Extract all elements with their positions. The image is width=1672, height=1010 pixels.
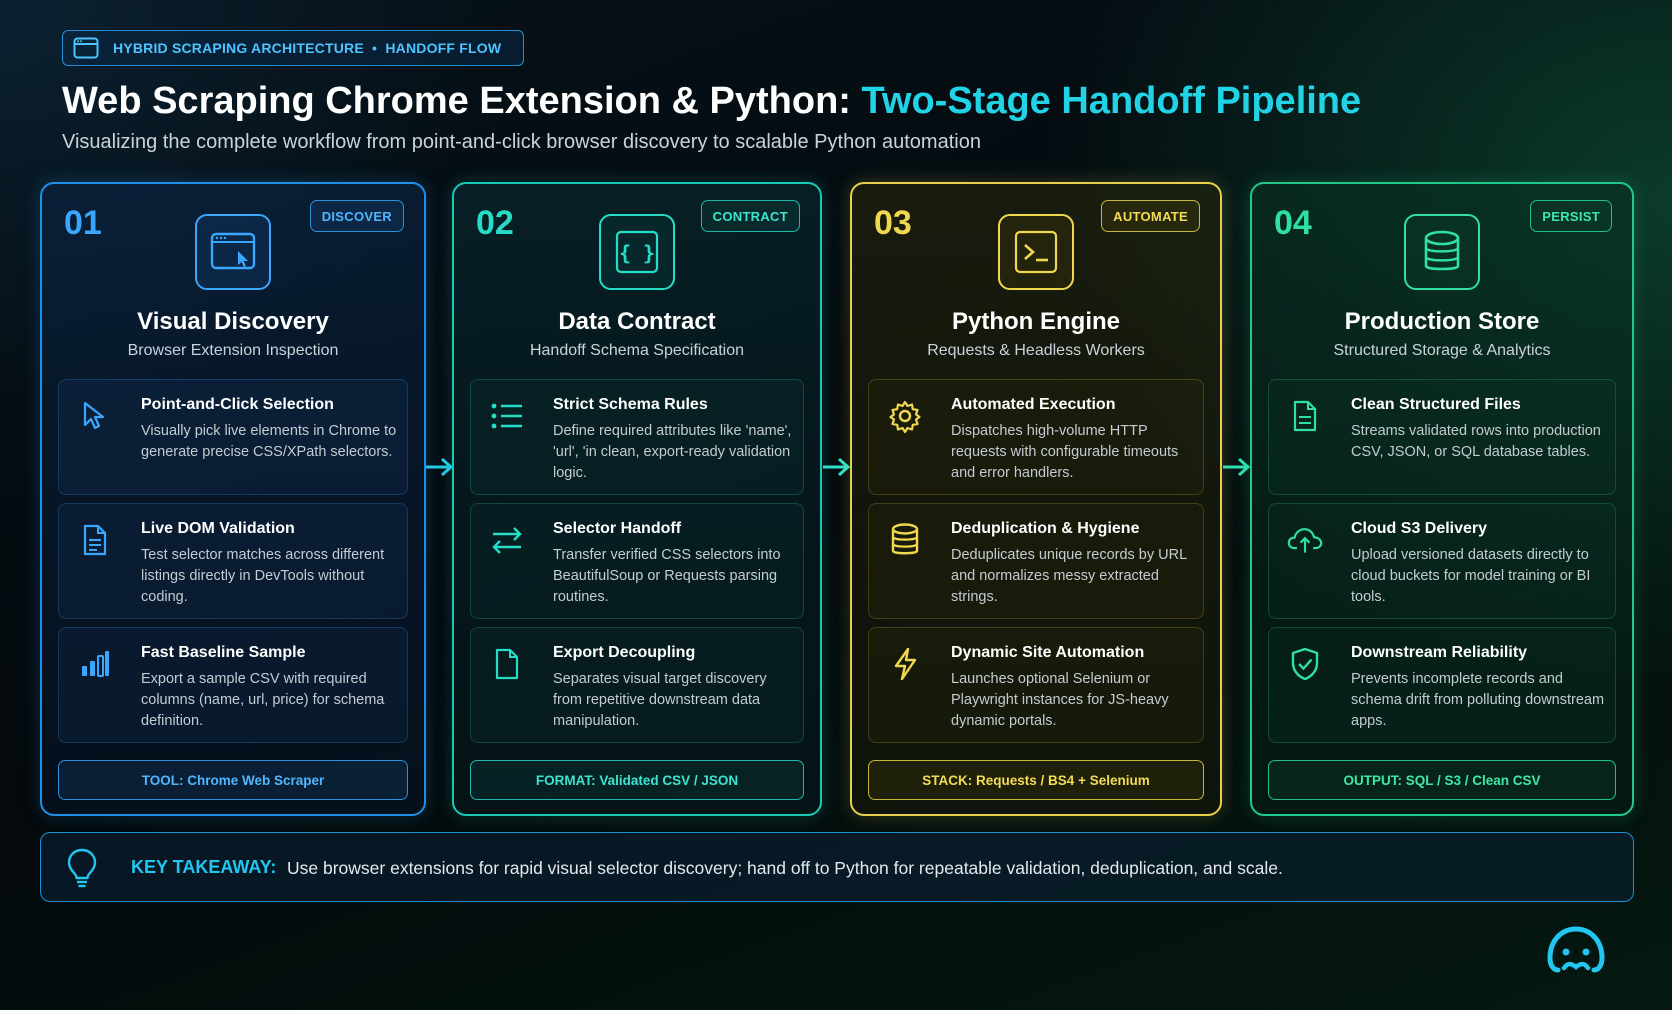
page-subtitle: Visualizing the complete workflow from p… [62, 131, 981, 153]
stage-footer: OUTPUT: SQL / S3 / Clean CSV [1268, 760, 1616, 800]
flow-arrow-icon [1223, 457, 1251, 477]
database-icon [887, 522, 923, 558]
document-icon [1287, 398, 1323, 434]
page-title-main: Web Scraping Chrome Extension & Python: [62, 80, 862, 122]
feature-card-body: Transfer verified CSS selectors into Bea… [553, 547, 781, 605]
document-icon [77, 522, 113, 558]
feature-card-title: Dynamic Site Automation [951, 644, 1145, 661]
feature-card-title: Point-and-Click Selection [141, 396, 334, 413]
feature-card-title: Cloud S3 Delivery [1351, 520, 1488, 537]
stage-tag: CONTRACT [700, 200, 800, 232]
feature-card-body: Prevents incomplete records and schema d… [1351, 671, 1605, 729]
stage-panel-contract: 02 CONTRACT { } Data Contract Handoff Sc… [452, 182, 822, 816]
database-icon [1404, 214, 1480, 290]
key-takeaway-banner: KEY TAKEAWAY: Use browser extensions for… [40, 832, 1634, 902]
stage-panel-automate: 03 AUTOMATE Python Engine Requests & Hea… [850, 182, 1222, 816]
feature-card-title: Strict Schema Rules [553, 396, 708, 413]
stage-number: 03 [874, 204, 912, 242]
feature-card-title: Fast Baseline Sample [141, 644, 306, 661]
feature-card-body: Dispatches high-volume HTTP requests wit… [951, 423, 1179, 481]
feature-card-body: Deduplicates unique records by URL and n… [951, 547, 1187, 605]
feature-card: Deduplication & Hygiene Deduplicates uni… [868, 503, 1204, 619]
feature-card-body: Streams validated rows into production C… [1351, 423, 1601, 460]
file-icon [489, 646, 525, 682]
feature-card: Live DOM Validation Test selector matche… [58, 503, 408, 619]
feature-card: Clean Structured Files Streams validated… [1268, 379, 1616, 495]
feature-card-title: Deduplication & Hygiene [951, 520, 1140, 537]
feature-card-body: Launches optional Selenium or Playwright… [951, 671, 1169, 729]
stage-number: 04 [1274, 204, 1312, 242]
stage-number: 01 [64, 204, 102, 242]
page-title-accent: Two-Stage Handoff Pipeline [861, 80, 1362, 122]
brand-face-icon [1547, 926, 1605, 973]
lightning-icon [887, 646, 923, 682]
stage-tag: AUTOMATE [1101, 200, 1200, 232]
browser-window-icon [73, 37, 99, 59]
stage-title: Visual Discovery [137, 308, 329, 335]
feature-card: Selector Handoff Transfer verified CSS s… [470, 503, 804, 619]
shield-check-icon [1287, 646, 1323, 682]
code-braces-icon: { } [599, 214, 675, 290]
feature-card-body: Visually pick live elements in Chrome to… [141, 423, 397, 460]
feature-card: Export Decoupling Separates visual targe… [470, 627, 804, 743]
svg-text:{ }: { } [619, 241, 655, 265]
stage-subtitle: Handoff Schema Specification [529, 342, 745, 359]
feature-card-body: Test selector matches across different l… [141, 547, 385, 605]
stage-footer: TOOL: Chrome Web Scraper [58, 760, 408, 800]
swap-arrows-icon [489, 522, 525, 558]
header-badge-label: HYBRID SCRAPING ARCHITECTURE • HANDOFF F… [113, 40, 502, 56]
stage-footer: STACK: Requests / BS4 + Selenium [868, 760, 1204, 800]
takeaway-text: Use browser extensions for rapid visual … [287, 858, 1283, 878]
stage-tag: PERSIST [1530, 200, 1612, 232]
lightbulb-icon [67, 848, 97, 888]
stage-subtitle: Structured Storage & Analytics [1333, 342, 1551, 359]
header-badge: HYBRID SCRAPING ARCHITECTURE • HANDOFF F… [62, 30, 524, 66]
takeaway-label: KEY TAKEAWAY: [131, 857, 277, 877]
stage-title: Production Store [1344, 308, 1540, 335]
flow-arrow-icon [426, 457, 454, 477]
feature-card: Downstream Reliability Prevents incomple… [1268, 627, 1616, 743]
feature-card: Automated Execution Dispatches high-volu… [868, 379, 1204, 495]
browser-cursor-icon [195, 214, 271, 290]
terminal-icon [998, 214, 1074, 290]
stage-subtitle: Requests & Headless Workers [927, 342, 1145, 359]
feature-card: Cloud S3 Delivery Upload versioned datas… [1268, 503, 1616, 619]
cloud-upload-icon [1287, 522, 1323, 558]
stage-footer: FORMAT: Validated CSV / JSON [470, 760, 804, 800]
flow-arrow-icon [823, 457, 851, 477]
stage-panel-discover: 01 DISCOVER Visual Discovery Browser Ext… [40, 182, 426, 816]
pointer-icon [77, 398, 113, 434]
stage-tag: DISCOVER [309, 200, 404, 232]
feature-card-body: Export a sample CSV with required column… [141, 671, 385, 729]
bar-chart-icon [77, 646, 113, 682]
stage-number: 02 [476, 204, 514, 242]
feature-card-title: Automated Execution [951, 396, 1116, 413]
feature-card-body: Separates visual target discovery from r… [553, 671, 767, 729]
page-title: Web Scraping Chrome Extension & Python: … [62, 80, 1361, 123]
feature-card-title: Clean Structured Files [1351, 396, 1521, 413]
feature-card-title: Live DOM Validation [141, 520, 295, 537]
gear-icon [887, 398, 923, 434]
feature-card-body: Define required attributes like 'name', … [553, 423, 792, 481]
stage-panel-persist: 04 PERSIST Production Store Structured S… [1250, 182, 1634, 816]
feature-card-title: Export Decoupling [553, 644, 696, 661]
feature-card: Fast Baseline Sample Export a sample CSV… [58, 627, 408, 743]
feature-card: Dynamic Site Automation Launches optiona… [868, 627, 1204, 743]
feature-card-title: Selector Handoff [553, 520, 682, 537]
stage-subtitle: Browser Extension Inspection [127, 342, 339, 359]
feature-card-title: Downstream Reliability [1351, 644, 1528, 661]
stage-title: Python Engine [952, 308, 1120, 335]
stage-title: Data Contract [558, 308, 716, 335]
feature-card: Strict Schema Rules Define required attr… [470, 379, 804, 495]
list-icon [489, 398, 525, 434]
feature-card: Point-and-Click Selection Visually pick … [58, 379, 408, 495]
feature-card-body: Upload versioned datasets directly to cl… [1351, 547, 1591, 605]
